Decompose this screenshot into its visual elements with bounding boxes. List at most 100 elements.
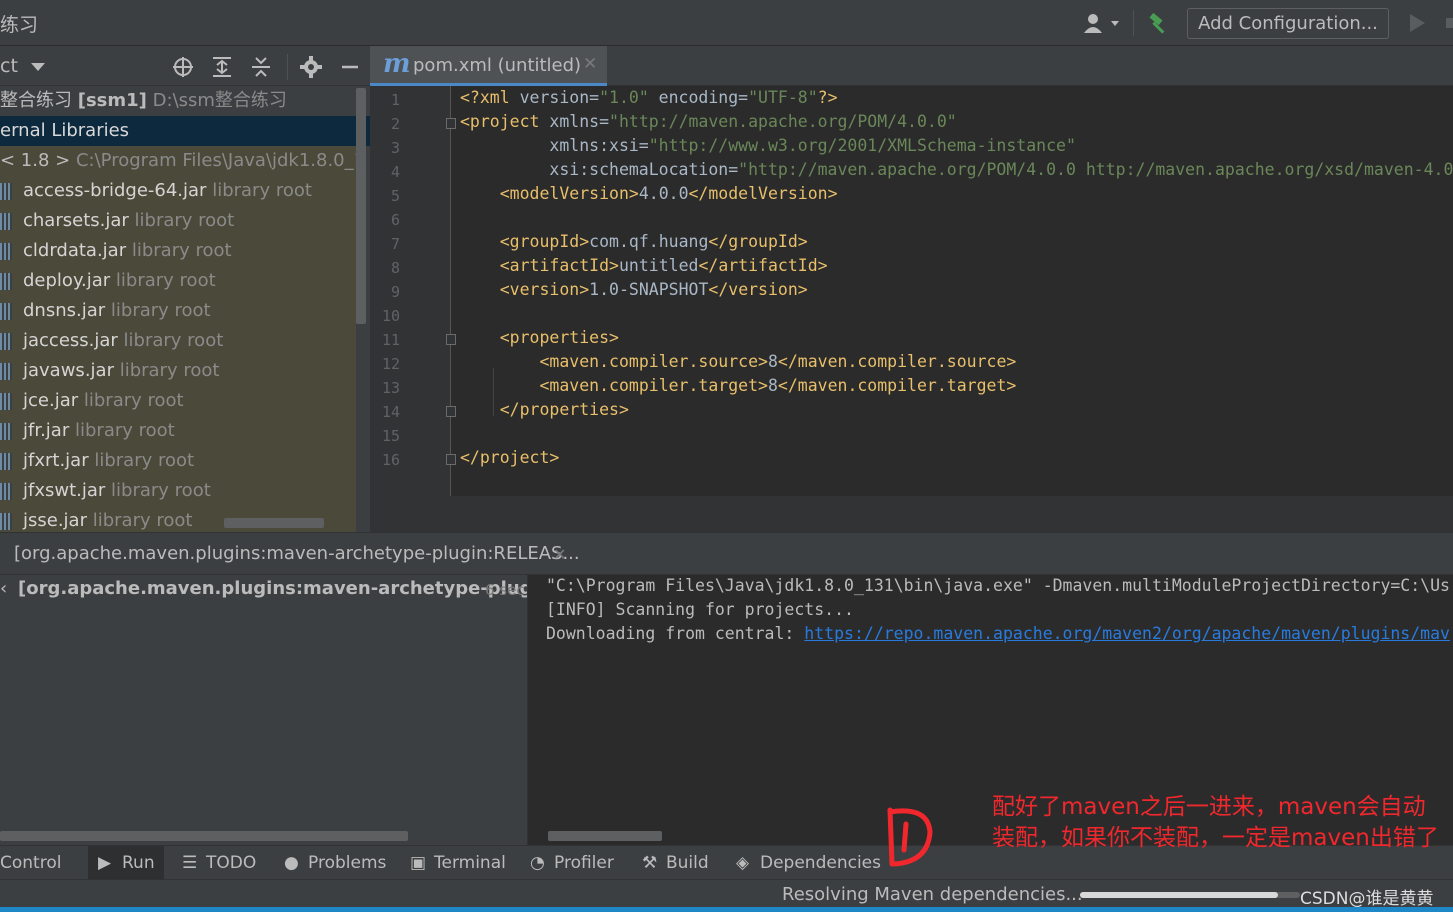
library-name: jfxrt.jar	[23, 450, 89, 471]
tab-pom-xml[interactable]: m pom.xml (untitled) ✕	[370, 46, 607, 86]
library-label: dnsns.jar library root	[23, 296, 211, 326]
fold-icon[interactable]	[446, 454, 456, 465]
close-icon[interactable]: ✕	[583, 54, 597, 74]
tool-tab-profiler[interactable]: ◔ Profiler	[530, 853, 614, 873]
library-tag: library root	[119, 360, 220, 381]
tool-tab-label: Terminal	[434, 853, 506, 873]
tool-tab-build[interactable]: ⚒ Build	[642, 853, 709, 873]
tool-tab-dependencies[interactable]: ◈ Dependencies	[736, 853, 881, 873]
library-item[interactable]: dnsns.jar library root	[0, 296, 356, 326]
tool-tab-problems[interactable]: ● Problems	[284, 853, 386, 873]
project-root-item[interactable]: 整合练习 [ssm1] D:\ssm整合练习	[0, 86, 356, 116]
library-label: jfxrt.jar library root	[23, 446, 194, 476]
code-line: <artifactId>untitled</artifactId>	[499, 256, 828, 275]
jar-icon	[0, 453, 12, 470]
jar-icon	[0, 483, 12, 500]
run-tree-scrollbar[interactable]	[0, 831, 408, 841]
library-item[interactable]: jfxswt.jar library root	[0, 476, 356, 506]
play-icon[interactable]	[1410, 14, 1425, 32]
library-item[interactable]: jfxrt.jar library root	[0, 446, 356, 476]
line-number: 8	[390, 259, 400, 277]
tool-tab-terminal[interactable]: ▣ Terminal	[410, 853, 506, 873]
library-item[interactable]: jfr.jar library root	[0, 416, 356, 446]
line-number: 4	[390, 163, 400, 181]
fold-icon[interactable]	[446, 118, 456, 129]
library-item[interactable]: jaccess.jar library root	[0, 326, 356, 356]
debug-icon[interactable]	[1446, 18, 1453, 28]
tab-label: pom.xml (untitled)	[413, 55, 582, 76]
code-line: <maven.compiler.target>8</maven.compiler…	[539, 376, 1017, 395]
project-horizontal-scrollbar[interactable]	[224, 518, 324, 528]
jar-icon	[0, 423, 12, 440]
project-panel-header: ct	[0, 46, 370, 86]
tool-tab-label: Build	[666, 853, 709, 873]
gear-icon[interactable]	[299, 55, 323, 79]
library-tag: library root	[131, 240, 232, 261]
terminal-icon: ▣	[410, 853, 427, 873]
library-label: javaws.jar library root	[23, 356, 219, 386]
line-number: 5	[390, 187, 400, 205]
tool-tab-label: TODO	[206, 853, 257, 873]
collapse-all-icon[interactable]	[249, 55, 273, 79]
external-libraries-item[interactable]: ernal Libraries	[0, 116, 370, 146]
add-configuration-button[interactable]: Add Configuration...	[1187, 8, 1389, 39]
library-item[interactable]: deploy.jar library root	[0, 266, 356, 296]
user-icon[interactable]	[1082, 12, 1122, 34]
watermark: CSDN@谁是黄黄	[1300, 889, 1434, 909]
library-item[interactable]: javaws.jar library root	[0, 356, 356, 386]
library-item[interactable]: cldrdata.jar library root	[0, 236, 356, 266]
project-view-selector[interactable]: ct	[0, 55, 18, 77]
line-number: 3	[390, 139, 400, 157]
console-link[interactable]: https://repo.maven.apache.org/maven2/org…	[804, 624, 1450, 643]
locate-icon[interactable]	[171, 55, 195, 79]
library-item[interactable]: charsets.jar library root	[0, 206, 356, 236]
library-name: deploy.jar	[23, 270, 111, 291]
tool-tab-run[interactable]: ▶ Run	[98, 853, 155, 873]
line-number: 9	[390, 283, 400, 301]
tool-tab-label: Problems	[308, 853, 387, 873]
expand-all-icon[interactable]	[210, 55, 234, 79]
library-tag: library root	[83, 390, 184, 411]
tool-tab-control[interactable]: Control	[0, 853, 61, 873]
jar-icon	[0, 213, 12, 230]
close-icon[interactable]: ✕	[553, 545, 566, 564]
fold-icon[interactable]	[446, 406, 456, 417]
line-number: 1	[390, 91, 400, 109]
library-name: dnsns.jar	[23, 300, 106, 321]
editor-panel: m pom.xml (untitled) ✕ 1 2 3 4 5 6 7 8 9 10 11 12 13…	[370, 46, 1453, 532]
console-text: Downloading from central:	[546, 624, 805, 643]
run-icon: ▶	[98, 853, 112, 873]
library-label: jfr.jar library root	[23, 416, 175, 446]
code-line: <properties>	[499, 328, 619, 347]
panel-separator	[287, 54, 288, 80]
code-line: xmlns:xsi="http://www.w3.org/2001/XMLSch…	[460, 136, 1076, 155]
fold-icon[interactable]	[446, 334, 456, 345]
jar-icon	[0, 333, 12, 350]
line-number: 11	[381, 331, 400, 349]
jar-icon	[0, 273, 12, 290]
line-number: 10	[381, 307, 400, 325]
window-title: 练习	[0, 14, 39, 36]
jar-icon	[0, 303, 12, 320]
status-text[interactable]: Resolving Maven dependencies...	[782, 884, 1083, 905]
code-line: <version>1.0-SNAPSHOT</version>	[499, 280, 808, 299]
tool-tab-todo[interactable]: ☰ TODO	[182, 853, 256, 873]
console-scrollbar[interactable]	[548, 831, 662, 841]
project-scrollbar[interactable]	[356, 88, 366, 324]
jar-icon	[0, 243, 12, 260]
handwritten-mark	[887, 807, 933, 867]
line-number: 16	[381, 451, 400, 469]
minimize-icon[interactable]	[338, 55, 362, 79]
run-tab-title[interactable]: [org.apache.maven.plugins:maven-archetyp…	[14, 543, 580, 564]
library-item[interactable]: jce.jar library root	[0, 386, 356, 416]
jdk-item[interactable]: < 1.8 > C:\Program Files\Java\jdk1.8.0_1…	[0, 146, 356, 176]
library-item[interactable]: access-bridge-64.jar library root	[0, 176, 356, 206]
chevron-down-icon[interactable]	[31, 63, 45, 71]
console-line: Downloading from central: https://repo.m…	[546, 624, 1450, 643]
external-libraries-label: ernal Libraries	[0, 120, 130, 141]
progress-bar	[1080, 892, 1300, 898]
run-tree-item[interactable]: [org.apache.maven.plugins:maven-archetyp…	[18, 578, 527, 599]
hammer-icon[interactable]	[1146, 12, 1170, 36]
library-name: jfr.jar	[23, 420, 70, 441]
library-tag: library root	[134, 210, 235, 231]
